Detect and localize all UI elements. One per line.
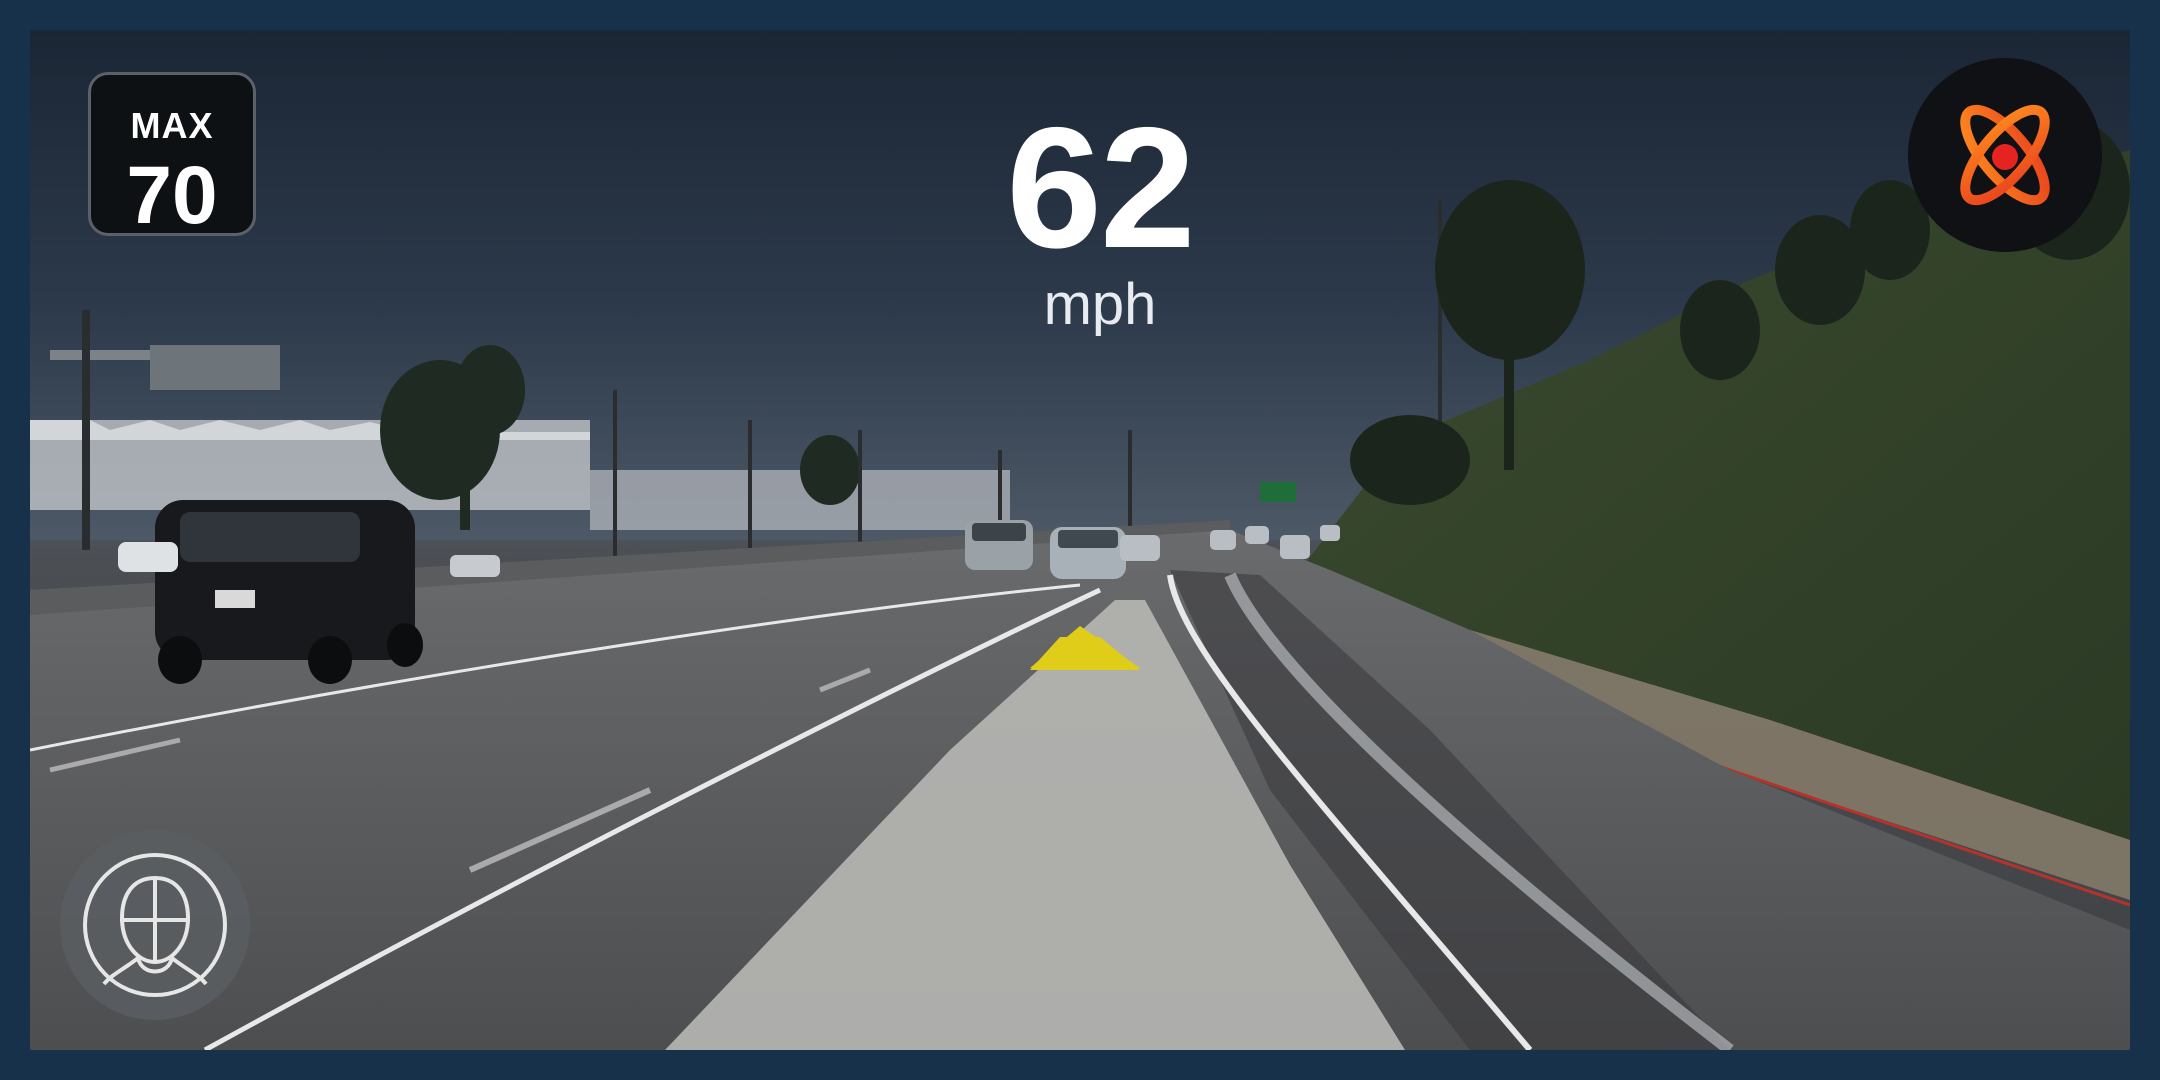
car-ahead-1 [965, 520, 1033, 570]
speed-limit-value: 70 [126, 150, 218, 241]
speed-unit: mph [1043, 272, 1157, 337]
driver-face-icon [83, 853, 227, 997]
driver-monitor-button[interactable] [60, 830, 250, 1020]
atom-icon [1960, 104, 2050, 206]
car-ahead-2 [1050, 527, 1126, 579]
camera-view: MAX 70 62 mph [30, 30, 2130, 1050]
highway-sign [1260, 482, 1296, 502]
speedometer: 62 mph [930, 102, 1270, 334]
current-speed: 62 [1006, 92, 1195, 284]
car-left [155, 500, 423, 684]
speed-limit-sign: MAX 70 [88, 72, 256, 241]
autopilot-button[interactable] [1908, 58, 2102, 252]
speed-limit-label: MAX [130, 105, 214, 146]
